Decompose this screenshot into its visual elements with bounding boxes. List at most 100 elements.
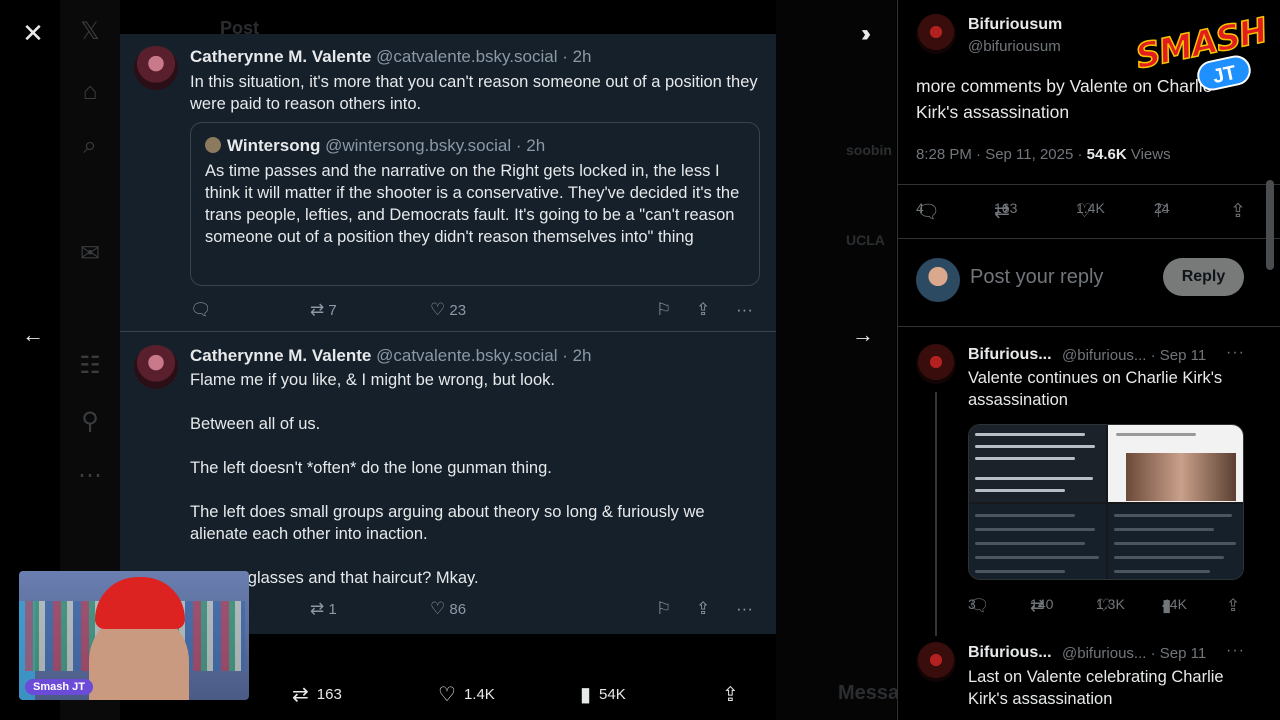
- repost-icon: ⇄: [310, 599, 325, 618]
- avatar[interactable]: [916, 642, 956, 682]
- text-line: [975, 477, 1093, 480]
- ghost-text: soobin: [846, 142, 892, 158]
- repost-count: 7: [328, 302, 337, 319]
- streamer-tag: Smash JT: [25, 679, 93, 695]
- like-count: 23: [449, 302, 467, 319]
- views-button[interactable]: ▮ 54K: [580, 682, 626, 707]
- author-name[interactable]: Bifuriousum: [968, 16, 1062, 34]
- quote-author: Wintersong: [227, 136, 321, 155]
- post-header: Catherynne M. Valente @catvalente.bsky.s…: [190, 346, 592, 366]
- author-name[interactable]: Bifurious...: [968, 644, 1052, 662]
- text-line: [1116, 433, 1196, 436]
- avatar: [134, 345, 178, 389]
- ghost-text: UCLA: [846, 232, 885, 248]
- image-quadrant: [1108, 425, 1243, 502]
- right-panel: Bifuriousum @bifuriousum more comments b…: [897, 0, 1280, 720]
- post-actions: ⇄ 1 ♡ 86 ⚐ ⇪ ···: [190, 599, 760, 621]
- post-header: Catherynne M. Valente @catvalente.bsky.s…: [190, 47, 592, 67]
- author-meta: @bifurious... · Sep 11: [1062, 347, 1207, 364]
- profile-icon: ⚲: [81, 408, 99, 435]
- text-line: [975, 528, 1095, 531]
- text-line: [975, 433, 1085, 436]
- author-name[interactable]: Bifurious...: [968, 346, 1052, 364]
- heart-icon: ♡: [430, 599, 446, 618]
- like-count: 1.4K: [463, 686, 495, 703]
- image-quadrant: [1108, 504, 1243, 579]
- webcam-overlay: Smash JT: [19, 571, 249, 700]
- like-button[interactable]: ♡ 1.4K: [438, 682, 495, 707]
- more-icon: ···: [736, 300, 753, 319]
- text-line: [975, 489, 1065, 492]
- reply-actions: 🗨︎ 3 ⇄ 140 ♡ 1.3K ▮ 44K ⇪: [968, 596, 1244, 618]
- reply-button[interactable]: Reply: [1163, 258, 1244, 296]
- text-line: [975, 556, 1099, 559]
- quote-avatar: [205, 137, 221, 153]
- red-cap: [95, 577, 185, 629]
- background-header: Post: [220, 18, 260, 38]
- author-name: Catherynne M. Valente: [190, 346, 372, 365]
- share-icon: ⇪: [696, 300, 711, 319]
- post-timestamp: 8:28 PM · Sep 11, 2025 · 54.6K Views: [916, 146, 1171, 163]
- views-count: 54.6K: [1086, 146, 1127, 163]
- post-paragraph: Flame me if you like, & I might be wrong…: [190, 371, 555, 389]
- communities-icon: ☷: [79, 352, 101, 379]
- views-label: Views: [1126, 146, 1171, 163]
- text-line: [1114, 556, 1224, 559]
- repost-button[interactable]: ⇄ 163: [292, 682, 342, 707]
- text-line: [1114, 542, 1236, 545]
- author-meta: @bifurious... · Sep 11: [1062, 645, 1207, 662]
- repost-icon: ⇄: [292, 684, 309, 706]
- text-line: [975, 570, 1065, 573]
- attached-images[interactable]: [968, 424, 1244, 580]
- more-icon: ···: [736, 599, 753, 618]
- share-button[interactable]: ⇪: [722, 682, 747, 707]
- reply-input[interactable]: Post your reply: [970, 266, 1103, 289]
- image-quadrant: [969, 504, 1106, 579]
- bookmark-icon: ⚐: [656, 300, 672, 319]
- share-icon[interactable]: ⇪: [1226, 596, 1240, 616]
- heart-icon: ♡: [438, 684, 456, 706]
- divider: [898, 326, 1280, 327]
- reply-icon: 🗨︎: [190, 300, 212, 319]
- post-paragraph: Between all of us.: [190, 415, 321, 433]
- reply-count: 4: [916, 200, 924, 216]
- repost-count: 1: [328, 601, 337, 618]
- share-icon: ⇪: [722, 684, 739, 706]
- avatar[interactable]: [916, 344, 956, 384]
- post-actions: 🗨︎ ⇄ 7 ♡ 23 ⚐ ⇪ ···: [190, 300, 760, 322]
- arrow-left-icon[interactable]: ←: [20, 322, 46, 348]
- quoted-post: Wintersong @wintersong.bsky.social · 2h …: [190, 122, 760, 286]
- text-line: [1114, 570, 1210, 573]
- close-icon[interactable]: ✕: [20, 20, 46, 46]
- bookmark-icon: ⚐: [656, 599, 672, 618]
- more-icon[interactable]: ···: [1226, 642, 1245, 660]
- text-line: [975, 457, 1075, 460]
- arrow-right-icon[interactable]: →: [850, 322, 876, 348]
- post-time: 8:28 PM · Sep 11, 2025 ·: [916, 146, 1087, 163]
- avatar[interactable]: [916, 14, 956, 54]
- double-chevron-right-icon[interactable]: ››: [850, 20, 876, 48]
- like-action: ♡ 23: [430, 300, 466, 320]
- more-icon[interactable]: ···: [1226, 344, 1245, 362]
- author-meta: @catvalente.bsky.social · 2h: [376, 47, 592, 66]
- share-icon[interactable]: ⇪: [1230, 200, 1246, 223]
- home-icon: ⌂: [82, 78, 98, 105]
- author-name: Catherynne M. Valente: [190, 47, 372, 66]
- x-logo-icon: 𝕏: [80, 18, 100, 45]
- smash-jt-logo: SMASH JT: [1132, 10, 1271, 94]
- search-icon: ⌕: [83, 132, 97, 159]
- divider: [898, 184, 1280, 185]
- image-quadrant: [969, 425, 1106, 502]
- post-image: Catherynne M. Valente @catvalente.bsky.s…: [120, 34, 776, 634]
- post-text: Flame me if you like, & I might be wrong…: [190, 369, 765, 611]
- like-count: 1.3K: [1096, 596, 1125, 612]
- text-line: [975, 514, 1075, 517]
- media-action-bar: ⇄ 163 ♡ 1.4K ▮ 54K ⇪: [250, 672, 776, 716]
- ghost-text: Messa: [838, 682, 900, 704]
- views-count: 54K: [599, 686, 626, 703]
- author-handle[interactable]: @bifuriousum: [968, 38, 1061, 55]
- heart-icon: ♡: [430, 300, 446, 319]
- post-paragraph: ose sunglasses and that haircut? Mkay.: [190, 569, 479, 587]
- scrollbar[interactable]: [1266, 180, 1274, 270]
- avatar: [134, 46, 178, 90]
